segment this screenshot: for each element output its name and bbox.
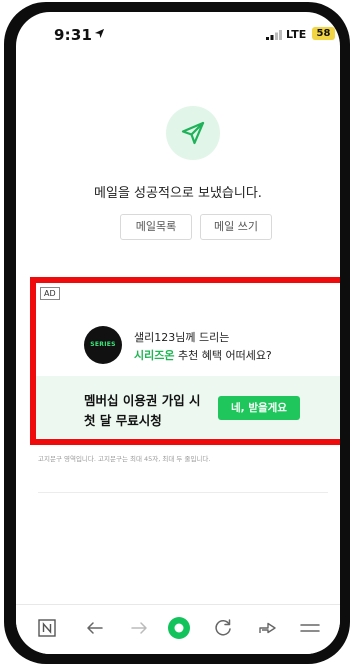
notice-text: 고지문구 영역입니다. 고지문구는 최대 45자, 최대 두 줄입니다. (38, 455, 211, 463)
location-arrow-icon (94, 28, 105, 39)
screen: 9:31 LTE 58 메일을 성공적으로 보냈습니다. 메일목록 메일 쓰기 (16, 12, 340, 654)
back-arrow-icon[interactable] (82, 615, 108, 641)
ad-headline: 샐리123님께 드리는 (134, 331, 230, 344)
paper-plane-icon (181, 121, 205, 145)
send-success-badge (166, 106, 220, 160)
promo-line-2: 첫 달 무료시청 (84, 413, 162, 428)
ad-brand-highlight: 시리즈온 (134, 349, 175, 362)
network-type: LTE (286, 28, 307, 41)
ad-subline-text: 추천 혜택 어떠세요? (174, 349, 272, 362)
reload-icon[interactable] (210, 615, 236, 641)
success-message: 메일을 성공적으로 보냈습니다. (94, 186, 262, 201)
series-logo: SERIES (84, 326, 122, 364)
action-buttons: 메일목록 메일 쓰기 (16, 214, 340, 240)
ad-promo-box: 멤버십 이용권 가입 시 첫 달 무료시청 네, 받을게요 (36, 376, 340, 438)
naver-n-icon[interactable] (34, 615, 60, 641)
ad-banner[interactable]: AD SERIES 샐리123님께 드리는 시리즈온 추천 혜택 어떠세요? 멤… (30, 277, 340, 445)
battery-indicator: 58 (312, 27, 335, 40)
forward-arrow-icon[interactable] (126, 615, 152, 641)
phone-frame: 9:31 LTE 58 메일을 성공적으로 보냈습니다. 메일목록 메일 쓰기 (4, 2, 350, 664)
signal-icon (266, 30, 282, 40)
menu-icon[interactable] (297, 615, 323, 641)
divider (38, 492, 328, 493)
bottom-toolbar (16, 604, 340, 654)
home-dot-icon[interactable] (166, 615, 192, 641)
mail-list-button[interactable]: 메일목록 (120, 214, 192, 240)
accept-offer-button[interactable]: 네, 받을게요 (218, 396, 300, 420)
write-mail-button[interactable]: 메일 쓰기 (200, 214, 272, 240)
status-bar: 9:31 LTE 58 (16, 12, 340, 52)
promo-line-1: 멤버십 이용권 가입 시 (84, 393, 201, 408)
ad-tag: AD (40, 287, 60, 300)
share-icon[interactable] (254, 615, 280, 641)
ad-subline: 시리즈온 추천 혜택 어떠세요? (134, 347, 272, 363)
status-time: 9:31 (54, 26, 93, 44)
